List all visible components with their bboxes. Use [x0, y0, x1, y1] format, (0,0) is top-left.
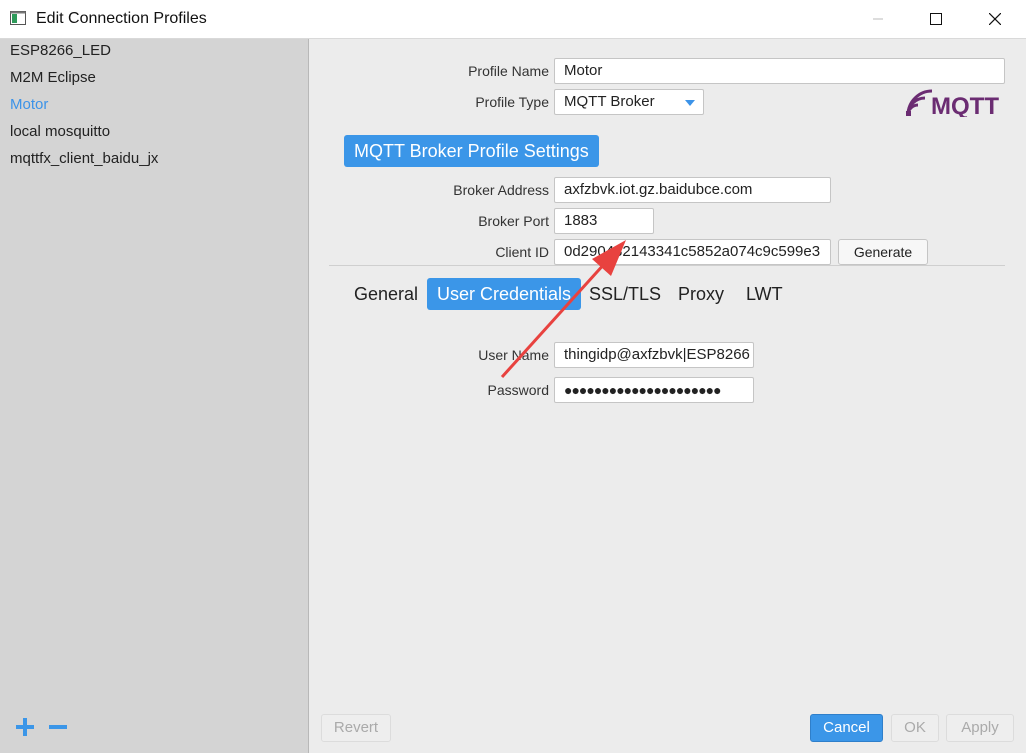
minimize-icon: [873, 18, 883, 20]
minimize-button[interactable]: [855, 0, 901, 38]
profile-type-value: MQTT Broker: [564, 93, 655, 110]
client-id-label: Client ID: [495, 244, 549, 260]
profile-item-esp8266-led[interactable]: ESP8266_LED: [10, 39, 111, 63]
remove-profile-button[interactable]: [47, 716, 69, 738]
ok-button[interactable]: OK: [891, 714, 939, 742]
profile-list: ESP8266_LED M2M Eclipse Motor local mosq…: [0, 39, 309, 753]
cancel-button[interactable]: Cancel: [810, 714, 883, 742]
broker-port-label: Broker Port: [478, 213, 549, 229]
profile-type-label: Profile Type: [475, 94, 549, 110]
profile-item-m2m-eclipse[interactable]: M2M Eclipse: [10, 66, 96, 90]
close-button[interactable]: [972, 0, 1018, 38]
tab-general[interactable]: General: [354, 278, 418, 310]
mqtt-logo-text: MQTT: [931, 93, 999, 117]
window-title: Edit Connection Profiles: [36, 10, 207, 27]
chevron-down-icon: [685, 100, 695, 106]
username-label: User Name: [478, 347, 549, 363]
divider: [329, 265, 1005, 266]
profile-item-motor[interactable]: Motor: [10, 93, 48, 117]
username-field[interactable]: thingidp@axfzbvk|ESP8266: [554, 342, 754, 368]
mqtt-logo: MQTT: [906, 89, 999, 117]
tab-proxy[interactable]: Proxy: [678, 278, 724, 310]
maximize-button[interactable]: [913, 0, 959, 38]
password-label: Password: [487, 382, 549, 398]
tab-ssl-tls[interactable]: SSL/TLS: [589, 278, 661, 310]
revert-button[interactable]: Revert: [321, 714, 391, 742]
broker-address-label: Broker Address: [453, 182, 549, 198]
profile-item-mqttfx-client-baidu-jx[interactable]: mqttfx_client_baidu_jx: [10, 147, 158, 171]
generate-button[interactable]: Generate: [838, 239, 928, 265]
apply-button[interactable]: Apply: [946, 714, 1014, 742]
title-bar: Edit Connection Profiles: [0, 0, 1026, 39]
maximize-icon: [930, 13, 942, 25]
profile-item-local-mosquitto[interactable]: local mosquitto: [10, 120, 110, 144]
client-id-field[interactable]: 0d290482143341c5852a074c9c599e3: [554, 239, 831, 265]
broker-settings-title: MQTT Broker Profile Settings: [344, 135, 599, 167]
profile-name-label: Profile Name: [468, 63, 549, 79]
app-icon: [10, 11, 26, 25]
profile-type-select[interactable]: MQTT Broker: [554, 89, 704, 115]
tab-lwt[interactable]: LWT: [746, 278, 783, 310]
profile-name-field[interactable]: Motor: [554, 58, 1005, 84]
close-icon: [989, 13, 1001, 25]
broker-port-field[interactable]: 1883: [554, 208, 654, 234]
broker-address-field[interactable]: axfzbvk.iot.gz.baidubce.com: [554, 177, 831, 203]
tab-user-credentials[interactable]: User Credentials: [427, 278, 582, 310]
password-field[interactable]: ●●●●●●●●●●●●●●●●●●●●●: [554, 377, 754, 403]
minus-icon: [49, 725, 67, 729]
profile-editor: Profile Name Motor Profile Type MQTT Bro…: [309, 39, 1026, 753]
add-profile-button[interactable]: [14, 716, 36, 738]
plus-icon: [16, 718, 34, 736]
